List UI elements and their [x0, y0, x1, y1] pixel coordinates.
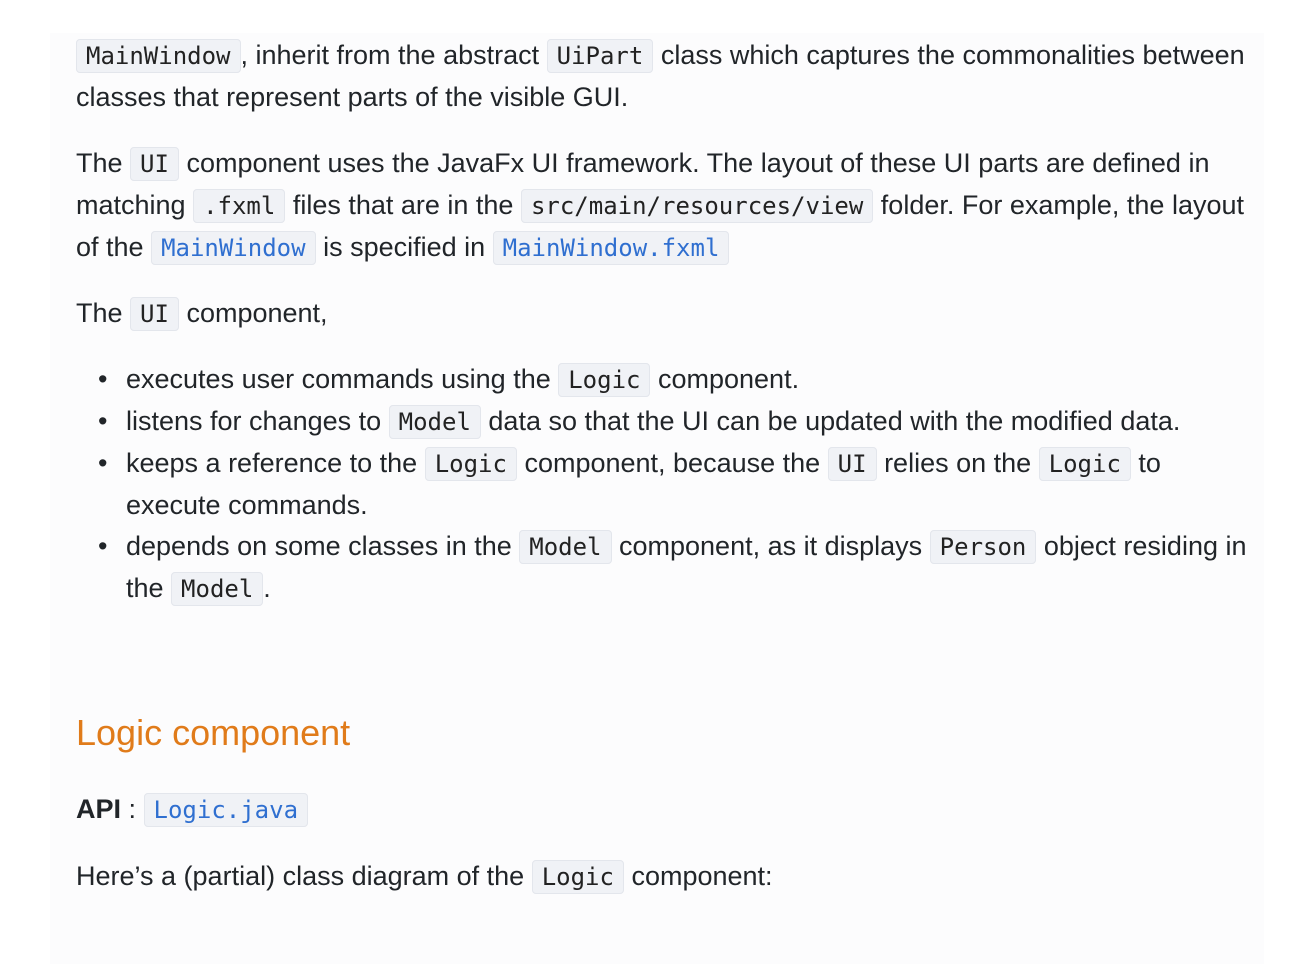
code-ui: UI: [827, 447, 877, 481]
documentation-page: MainWindow, inherit from the abstract Ui…: [50, 33, 1264, 964]
paragraph-ui-parts: MainWindow, inherit from the abstract Ui…: [76, 35, 1246, 118]
paragraph-class-diagram: Here’s a (partial) class diagram of the …: [76, 856, 773, 898]
text: relies on the: [876, 448, 1039, 478]
link-mainwindow-fxml[interactable]: MainWindow.fxml: [492, 231, 730, 265]
text: component,: [178, 298, 328, 328]
text: data so that the UI can be updated with …: [480, 406, 1181, 436]
text: The: [76, 298, 131, 328]
text: keeps a reference to the: [126, 448, 425, 478]
code-view-path: src/main/resources/view: [520, 189, 874, 223]
text: files that are in the: [285, 190, 521, 220]
list-item: • executes user commands using the Logic …: [98, 359, 1256, 401]
code-logic: Logic: [558, 363, 651, 397]
link-logic-java-code[interactable]: Logic.java: [143, 793, 309, 827]
api-separator: :: [121, 794, 144, 824]
code-model: Model: [519, 530, 612, 564]
bullet: •: [98, 448, 108, 478]
text: listens for changes to: [126, 406, 389, 436]
text: component:: [623, 861, 773, 891]
text: is specified in: [315, 232, 493, 262]
text: component, as it displays: [611, 531, 930, 561]
list-item: • listens for changes to Model data so th…: [98, 401, 1256, 443]
text: The: [76, 148, 131, 178]
paragraph-javafx: The UI component uses the JavaFx UI fram…: [76, 143, 1246, 269]
code-fxml: .fxml: [193, 189, 286, 223]
bullet: •: [98, 364, 108, 394]
bullet: •: [98, 406, 108, 436]
code-ui: UI: [130, 147, 179, 181]
code-ui: UI: [130, 297, 179, 331]
section-heading-logic-component: Logic component: [76, 712, 351, 753]
api-line: API : Logic.java: [76, 789, 309, 831]
text: component.: [650, 364, 800, 394]
list-item: • depends on some classes in the Model co…: [98, 526, 1256, 610]
text: depends on some classes in the: [126, 531, 520, 561]
link-mainwindow-code[interactable]: MainWindow: [151, 231, 316, 265]
code-model: Model: [388, 405, 481, 439]
api-label: API: [76, 794, 122, 824]
code-logic: Logic: [531, 860, 624, 894]
code-uipart: UiPart: [546, 39, 654, 73]
text: executes user commands using the: [126, 364, 559, 394]
paragraph-ui-component: The UI component,: [76, 293, 328, 335]
link-mainwindow-fxml-code[interactable]: MainWindow.fxml: [492, 231, 730, 265]
text: .: [263, 573, 271, 603]
text: , inherit from the abstract: [240, 40, 547, 70]
list-item: • keeps a reference to the Logic componen…: [98, 443, 1256, 526]
bullet: •: [98, 531, 108, 561]
text: Here’s a (partial) class diagram of the: [76, 861, 532, 891]
link-mainwindow[interactable]: MainWindow: [151, 231, 316, 265]
text: component, because the: [516, 448, 828, 478]
code-person: Person: [929, 530, 1037, 564]
link-logic-java[interactable]: Logic.java: [143, 793, 309, 827]
code-mainwindow: MainWindow: [76, 39, 241, 73]
code-logic: Logic: [424, 447, 517, 481]
ui-responsibilities-list: • executes user commands using the Logic …: [76, 359, 1256, 610]
code-model: Model: [171, 572, 264, 606]
code-logic: Logic: [1038, 447, 1131, 481]
